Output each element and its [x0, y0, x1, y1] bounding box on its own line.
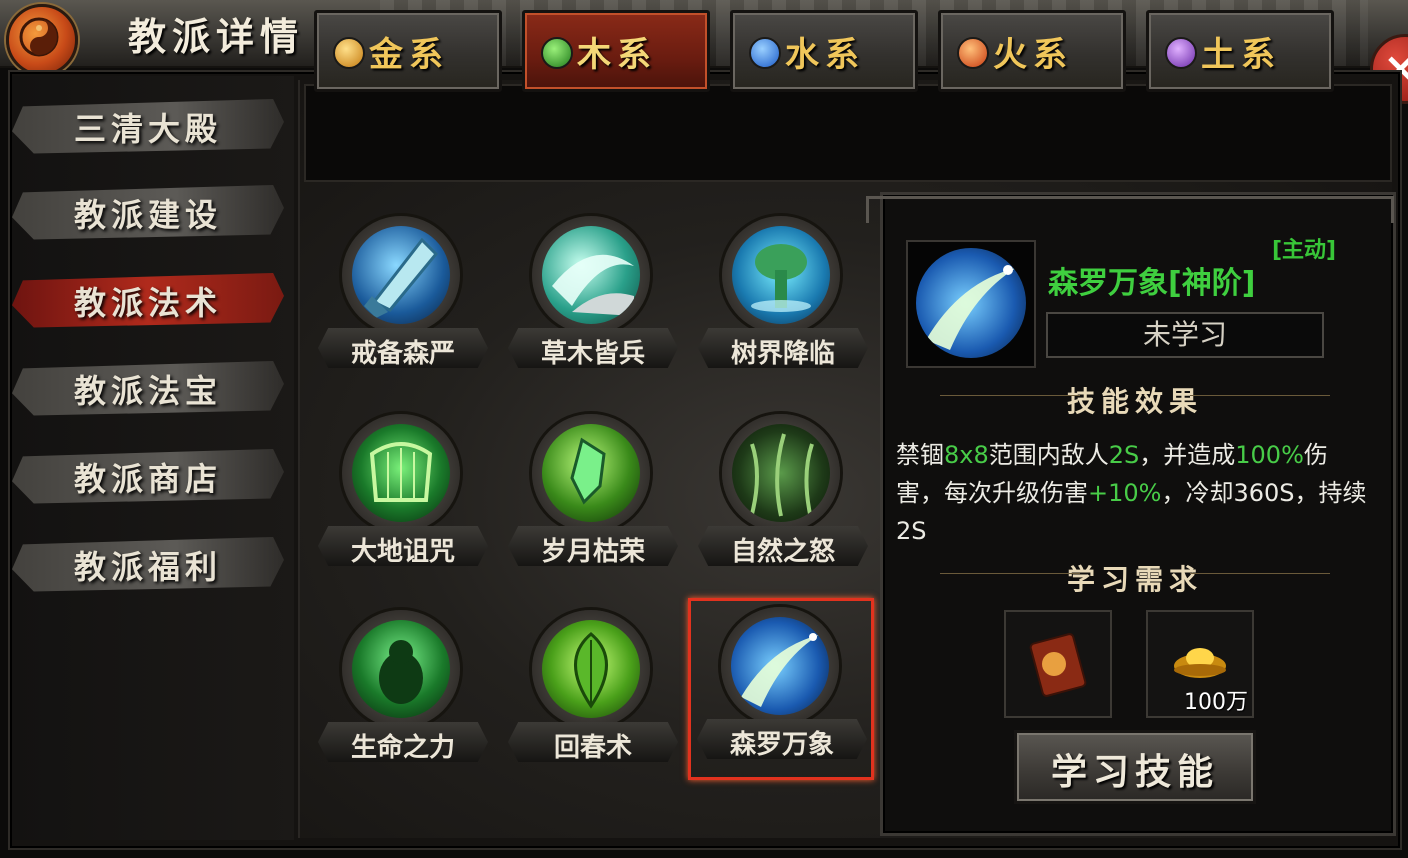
- skill-item[interactable]: 回春术: [502, 604, 684, 774]
- skill-item[interactable]: 大地诅咒: [312, 408, 494, 578]
- skill-item[interactable]: 岁月枯荣: [502, 408, 684, 578]
- skill-book-icon: [1029, 633, 1087, 697]
- leaf-icon: [542, 620, 640, 718]
- skill-item[interactable]: 自然之怒: [692, 408, 874, 578]
- harp-icon: [352, 424, 450, 522]
- skill-item[interactable]: 生命之力: [312, 604, 494, 774]
- vines-icon: [732, 424, 830, 522]
- tab-wood[interactable]: 木系: [522, 10, 710, 92]
- learn-status: 未学习: [1046, 312, 1324, 358]
- element-tab-bar: [304, 84, 1392, 182]
- tab-label: 木系: [577, 35, 657, 75]
- tab-fire[interactable]: 火系: [938, 10, 1126, 92]
- skill-label: 岁月枯荣: [540, 537, 645, 567]
- skill-label: 大地诅咒: [350, 537, 455, 567]
- skill-description: 禁锢8x8范围内敌人2S，并造成100%伤害，每次升级伤害+10%，冷却360S…: [896, 441, 1367, 545]
- earth-orb-icon: [1165, 37, 1197, 69]
- nav-item-label: 三清大殿: [73, 110, 222, 148]
- skill-label: 树界降临: [730, 339, 835, 369]
- tab-label: 土系: [1201, 35, 1281, 75]
- tab-label: 金系: [369, 35, 449, 75]
- fire-orb-icon: [957, 37, 989, 69]
- skill-label: 生命之力: [350, 733, 455, 763]
- nav-item-label: 教派法术: [73, 284, 222, 322]
- skill-name: 森罗万象[神阶]: [1048, 266, 1256, 301]
- skill-item[interactable]: 戒备森严: [312, 210, 494, 380]
- skill-label: 自然之怒: [730, 537, 835, 567]
- page-title: 教派详情: [128, 14, 305, 59]
- detail-panel-frame: [866, 196, 1394, 223]
- tab-label: 水系: [785, 35, 865, 75]
- skill-item-selected[interactable]: 森罗万象: [688, 598, 874, 780]
- comet-icon: [731, 617, 829, 715]
- comet-icon: [916, 248, 1026, 358]
- tree-spirit-icon: [732, 226, 830, 324]
- requirement-section-header: 学习需求: [900, 558, 1370, 596]
- wood-orb-icon: [541, 37, 573, 69]
- tab-earth[interactable]: 土系: [1146, 10, 1334, 92]
- wave-blade-icon: [542, 226, 640, 324]
- nav-item-label: 教派商店: [73, 460, 222, 498]
- sect-emblem-icon: [6, 4, 78, 76]
- skill-label: 回春术: [553, 733, 632, 763]
- selected-skill-icon-frame: [906, 240, 1036, 368]
- requirement-item[interactable]: [1004, 610, 1112, 718]
- tab-label: 火系: [993, 35, 1073, 75]
- skill-item[interactable]: 草木皆兵: [502, 210, 684, 380]
- tab-metal[interactable]: 金系: [314, 10, 502, 92]
- skill-item[interactable]: 树界降临: [692, 210, 874, 380]
- nav-item-label: 教派福利: [73, 548, 222, 586]
- nav-item-label: 教派法宝: [73, 372, 222, 410]
- skill-label: 戒备森严: [350, 339, 455, 369]
- tab-water[interactable]: 水系: [730, 10, 918, 92]
- green-crystal-icon: [542, 424, 640, 522]
- skill-label: 草木皆兵: [540, 339, 645, 369]
- water-orb-icon: [749, 37, 781, 69]
- nav-item-label: 教派建设: [73, 196, 222, 234]
- metal-orb-icon: [333, 37, 365, 69]
- effect-section-header: 技能效果: [900, 380, 1370, 418]
- learn-skill-button[interactable]: 学习技能: [1014, 730, 1256, 804]
- skill-type-tag: [主动]: [1272, 238, 1337, 263]
- green-beast-icon: [352, 620, 450, 718]
- requirement-item[interactable]: 100万: [1146, 610, 1254, 718]
- skill-label: 森罗万象: [729, 730, 834, 760]
- crystal-sword-icon: [352, 226, 450, 324]
